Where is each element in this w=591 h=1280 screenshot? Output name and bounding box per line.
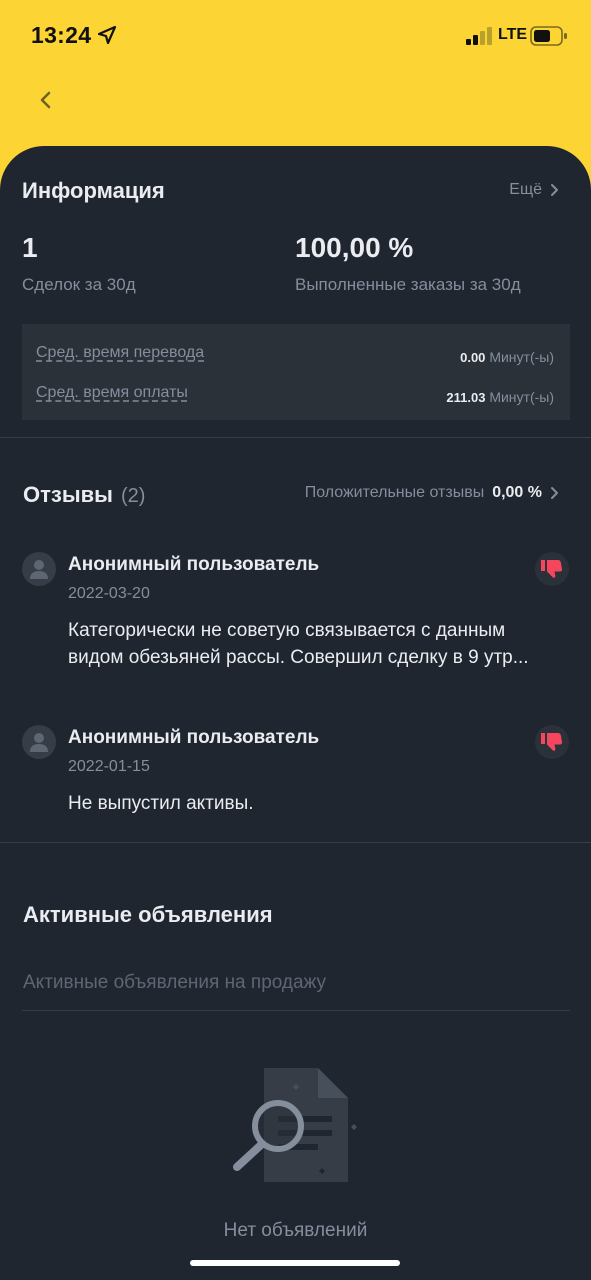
avg-payment-unit: Минут(-ы) [489, 389, 554, 405]
reviews-title: Отзывы [23, 482, 113, 507]
negative-review-badge [535, 725, 569, 759]
avg-transfer-unit: Минут(-ы) [489, 349, 554, 365]
review-text: Категорически не советую связывается с д… [68, 620, 529, 668]
back-arrow-icon [40, 91, 51, 109]
chevron-right-icon [551, 184, 558, 196]
avg-payment-number: 211.03 [446, 390, 486, 405]
no-data-search-icon [233, 1068, 357, 1182]
deals-label: Сделок за 30д [22, 275, 136, 294]
avg-transfer-number: 0.00 [460, 350, 486, 365]
completion-rate: 100,00 % [295, 232, 414, 263]
thumbs-down-icon [541, 560, 563, 578]
review-date: 2022-01-15 [68, 758, 150, 775]
avg-payment-value: 211.03 Минут(-ы) [446, 389, 554, 405]
divider [0, 842, 591, 843]
review-date: 2022-03-20 [68, 585, 150, 602]
avg-transfer-label[interactable]: Сред. время перевода [36, 344, 204, 362]
review-username: Анонимный пользователь [68, 727, 320, 748]
review-text: Не выпустил активы. [68, 793, 254, 814]
battery-icon [530, 26, 567, 46]
chevron-right-icon [551, 487, 558, 499]
location-arrow-icon [97, 25, 117, 45]
avatar [22, 552, 56, 586]
status-time: 13:24 [31, 22, 92, 48]
completion-label: Выполненные заказы за 30д [295, 275, 521, 294]
review-item [22, 725, 56, 759]
user-avatar-icon [30, 733, 48, 752]
reviews-count: (2) [120, 485, 146, 507]
review-username: Анонимный пользователь [68, 554, 320, 575]
status-bar: 13:24 LTE [0, 0, 591, 70]
positive-reviews-label: Положительные отзывы [304, 484, 485, 501]
home-indicator [190, 1260, 400, 1266]
deals-count: 1 [22, 232, 38, 263]
info-more-label: Ещё [509, 181, 542, 198]
active-ads-title: Активные объявления [23, 902, 273, 927]
avg-times-box: Сред. время перевода 0.00 Минут(-ы) Сред… [22, 324, 570, 420]
back-button[interactable] [32, 86, 60, 114]
info-more-link[interactable]: Ещё [509, 181, 559, 199]
avg-payment-label[interactable]: Сред. время оплаты [36, 384, 188, 402]
network-type: LTE [498, 26, 528, 43]
avg-transfer-value: 0.00 Минут(-ы) [460, 349, 554, 365]
divider [0, 437, 591, 438]
positive-reviews-link[interactable]: Положительные отзывы 0,00 % [305, 484, 559, 502]
user-avatar-icon [30, 560, 48, 579]
info-title: Информация [22, 178, 165, 203]
reviews-header: Отзывы (2) [23, 482, 145, 508]
signal-icon [466, 27, 492, 45]
positive-reviews-value: 0,00 % [492, 484, 542, 501]
divider [22, 1010, 570, 1011]
thumbs-down-icon [541, 733, 563, 751]
merchant-profile-sheet: Информация Ещё 1 Сделок за 30д 100,00 % … [0, 146, 591, 1280]
review-item [22, 552, 56, 586]
active-ads-tab[interactable]: Активные объявления на продажу [23, 972, 326, 994]
empty-state-text: Нет объявлений [223, 1220, 368, 1241]
avatar [22, 725, 56, 759]
negative-review-badge [535, 552, 569, 586]
